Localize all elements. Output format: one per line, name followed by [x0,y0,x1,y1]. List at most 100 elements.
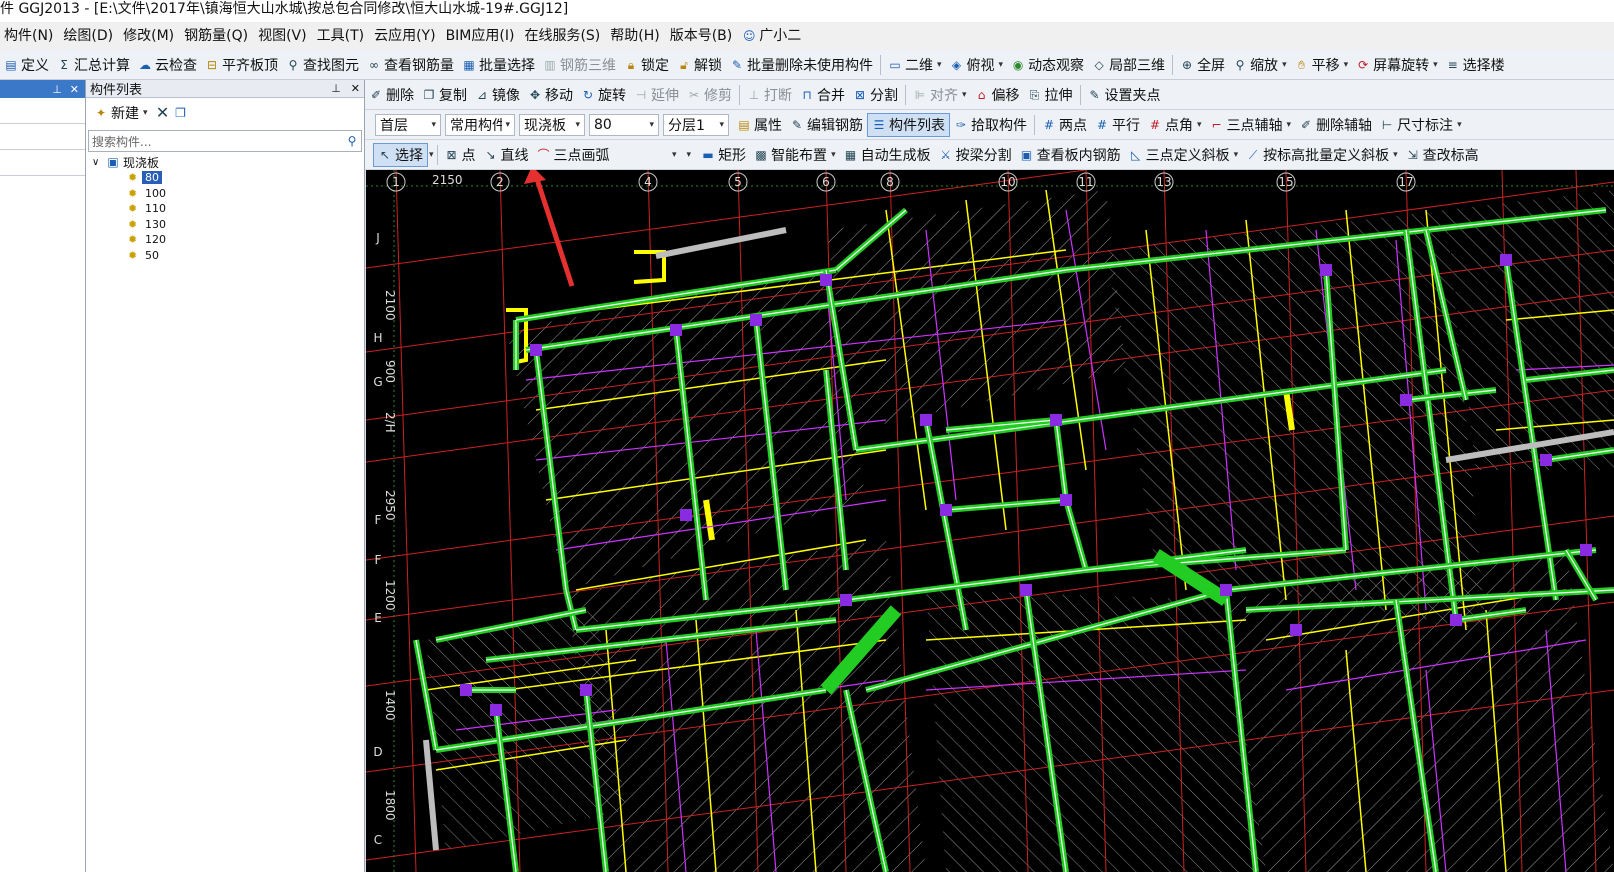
close-icon[interactable]: ✕ [70,83,79,96]
draw-toolbar: ↖ 选择 ▾ ⊠ 点 ↘ 直线 ⌒ 三点画弧 ▾ ▾ ▬ 矩形 ▩ 智能布置 ▾ ▦ 自动生成板 … [365,140,1614,170]
search-icon[interactable]: ⚲ [345,134,359,148]
menu-rebar-qty[interactable]: 钢筋量(Q) [179,22,253,50]
properties-button[interactable]: ▤ 属性 [733,113,786,137]
floor-select[interactable]: 首层 ▾ [375,113,441,136]
close-icon[interactable]: ✕ [351,82,360,95]
dropdown-arrow-icon[interactable]: ▾ [429,150,434,160]
tree-item[interactable]: ✹ 50 [92,248,169,264]
find-element-button[interactable]: ⚲ 查找图元 [282,53,363,77]
batch-slope-button[interactable]: ⟋ 按标高批量定义斜板 ▾ [1242,143,1402,167]
full-screen-button[interactable]: ⊕ 全屏 [1176,53,1229,77]
line-button[interactable]: ↘ 直线 [480,143,533,167]
delete-button[interactable]: ✐ 删除 [365,83,418,107]
menu-view[interactable]: 视图(V) [253,22,312,50]
navigation-row[interactable] [0,124,85,150]
top-view-button[interactable]: ◈ 俯视 ▾ [946,53,1008,77]
drawing-canvas[interactable]: 1 2 4 5 6 8 10 11 13 15 17 2150 J H G F F E D C 2100 900 2/H 29… [366,170,1614,872]
point-button[interactable]: ⊠ 点 [441,143,480,167]
define-button[interactable]: ▤ 定义 [0,53,53,77]
three-point-slope-button[interactable]: ◺ 三点定义斜板 ▾ [1125,143,1243,167]
tree-item[interactable]: ✹ 100 [92,186,169,202]
menu-tools[interactable]: 工具(T) [312,22,369,50]
menu-help[interactable]: 帮助(H) [605,22,664,50]
dynamic-view-button[interactable]: ◉ 动态观察 [1007,53,1088,77]
break-button[interactable]: ⊥ 打断 [743,83,796,107]
category-select[interactable]: 常用构件 ▾ [445,113,515,136]
menu-draw[interactable]: 绘图(D) [58,22,118,50]
unlock-button[interactable]: 🔓︎ 解锁 [673,53,726,77]
cloud-check-button[interactable]: ☁ 云检查 [134,53,201,77]
navigation-row[interactable] [0,98,85,124]
type-select[interactable]: 现浇板 ▾ [519,113,585,136]
delete-axis-button[interactable]: ✐ 删除辅轴 [1295,113,1376,137]
navigation-row[interactable] [0,150,85,176]
smart-layout-button[interactable]: ▩ 智能布置 ▾ [750,143,840,167]
pick-component-button[interactable]: ✑ 拾取构件 [950,113,1031,137]
parallel-button[interactable]: # 平行 [1091,113,1144,137]
tree-root-node[interactable]: ∨ ▣ 现浇板 [92,154,169,170]
batch-select-button[interactable]: ▦ 批量选择 [458,53,539,77]
component-select[interactable]: 80 ▾ [589,113,659,136]
local-3d-button[interactable]: ◇ 局部三维 [1088,53,1169,77]
menu-component[interactable]: 构件(N) [0,22,58,50]
new-component-button[interactable]: ✦ 新建 ▾ [90,101,152,125]
screen-rotate-button[interactable]: ⟳ 屏幕旋转 ▾ [1352,53,1442,77]
tree-item[interactable]: ✹ 110 [92,201,169,217]
delete-icon[interactable]: ✕ [156,105,170,121]
menu-bim[interactable]: BIM应用(I) [441,22,520,50]
two-points-button[interactable]: # 两点 [1038,113,1091,137]
move-button[interactable]: ✥ 移动 [524,83,577,107]
chevron-down-icon[interactable]: ∨ [92,157,106,168]
arc-button[interactable]: ⌒ 三点画弧 ▾ [533,143,681,167]
slab-region[interactable] [826,190,1126,430]
edit-rebar-button[interactable]: ✎ 编辑钢筋 [786,113,867,137]
dimension-button[interactable]: ⊢ 尺寸标注 ▾ [1376,113,1466,137]
menu-assistant[interactable]: ☺ 广小二 [737,22,806,50]
copy-icon[interactable]: ❐ [174,106,188,120]
auto-generate-button[interactable]: ▦ 自动生成板 [840,143,935,167]
lock-button[interactable]: 🔒︎ 锁定 [620,53,673,77]
zoom-button[interactable]: ⚲ 缩放 ▾ [1229,53,1291,77]
align-button[interactable]: ⊫ 对齐 ▾ [909,83,971,107]
point-angle-button[interactable]: # 点角 ▾ [1144,113,1206,137]
merge-button[interactable]: ⊓ 合并 [796,83,849,107]
view-2d-button[interactable]: ▭ 二维 ▾ [884,53,946,77]
rect-button[interactable]: ▬ 矩形 [697,143,750,167]
split-by-beam-button[interactable]: ⚔ 按梁分割 [935,143,1016,167]
tree-item[interactable]: ✹ 130 [92,217,169,233]
flush-slab-button[interactable]: ⊟ 平齐板顶 [201,53,282,77]
rotate-button[interactable]: ↻ 旋转 [577,83,630,107]
layer-select[interactable]: 分层1 ▾ [663,113,729,136]
summary-calc-button[interactable]: Σ 汇总计算 [53,53,134,77]
component-search-input[interactable]: 搜索构件... ⚲ [88,130,362,152]
three-point-axis-button[interactable]: ⌐ 三点辅轴 ▾ [1206,113,1296,137]
menu-modify[interactable]: 修改(M) [118,22,179,50]
menu-version[interactable]: 版本号(B) [665,22,738,50]
pin-icon[interactable]: ⊥ [52,83,62,96]
copy-button[interactable]: ❐ 复制 [418,83,471,107]
stretch-button[interactable]: ⎘ 拉伸 [1024,83,1077,107]
mirror-button[interactable]: ⊿ 镜像 [471,83,524,107]
check-elevation-button[interactable]: ⇲ 查改标高 [1402,143,1483,167]
extend-button[interactable]: ⊣ 延伸 [630,83,683,107]
tree-item[interactable]: ✹ 120 [92,232,169,248]
batch-delete-unused-button[interactable]: ✎ 批量删除未使用构件 [726,53,877,77]
dropdown-arrow-icon[interactable]: ▾ [687,150,692,160]
slab-region[interactable] [926,590,1266,872]
set-grip-button[interactable]: ✎ 设置夹点 [1084,83,1165,107]
trim-button[interactable]: ✂ 修剪 [683,83,736,107]
pan-button[interactable]: ✋︎ 平移 ▾ [1291,53,1353,77]
offset-button[interactable]: ⌂ 偏移 [971,83,1024,107]
component-list-button[interactable]: ☰ 构件列表 [867,112,950,137]
rebar-3d-button[interactable]: ▥ 钢筋三维 [539,53,620,77]
select-floor-button[interactable]: ≡ 选择楼 [1442,53,1509,77]
view-slab-rebar-button[interactable]: ▣ 查看板内钢筋 [1016,143,1125,167]
tree-item[interactable]: ✹ 80 [92,170,169,186]
cad-drawing[interactable]: 1 2 4 5 6 8 10 11 13 15 17 2150 J H G F F E D C 2100 900 2/H 29… [366,170,1614,872]
menu-cloud[interactable]: 云应用(Y) [369,22,440,50]
split-button[interactable]: ⊠ 分割 [849,83,902,107]
pin-icon[interactable]: ⊥ [331,82,341,95]
menu-online[interactable]: 在线服务(S) [519,22,605,50]
view-rebar-qty-button[interactable]: ∞ 查看钢筋量 [363,53,458,77]
select-button[interactable]: ↖ 选择 [373,142,428,167]
